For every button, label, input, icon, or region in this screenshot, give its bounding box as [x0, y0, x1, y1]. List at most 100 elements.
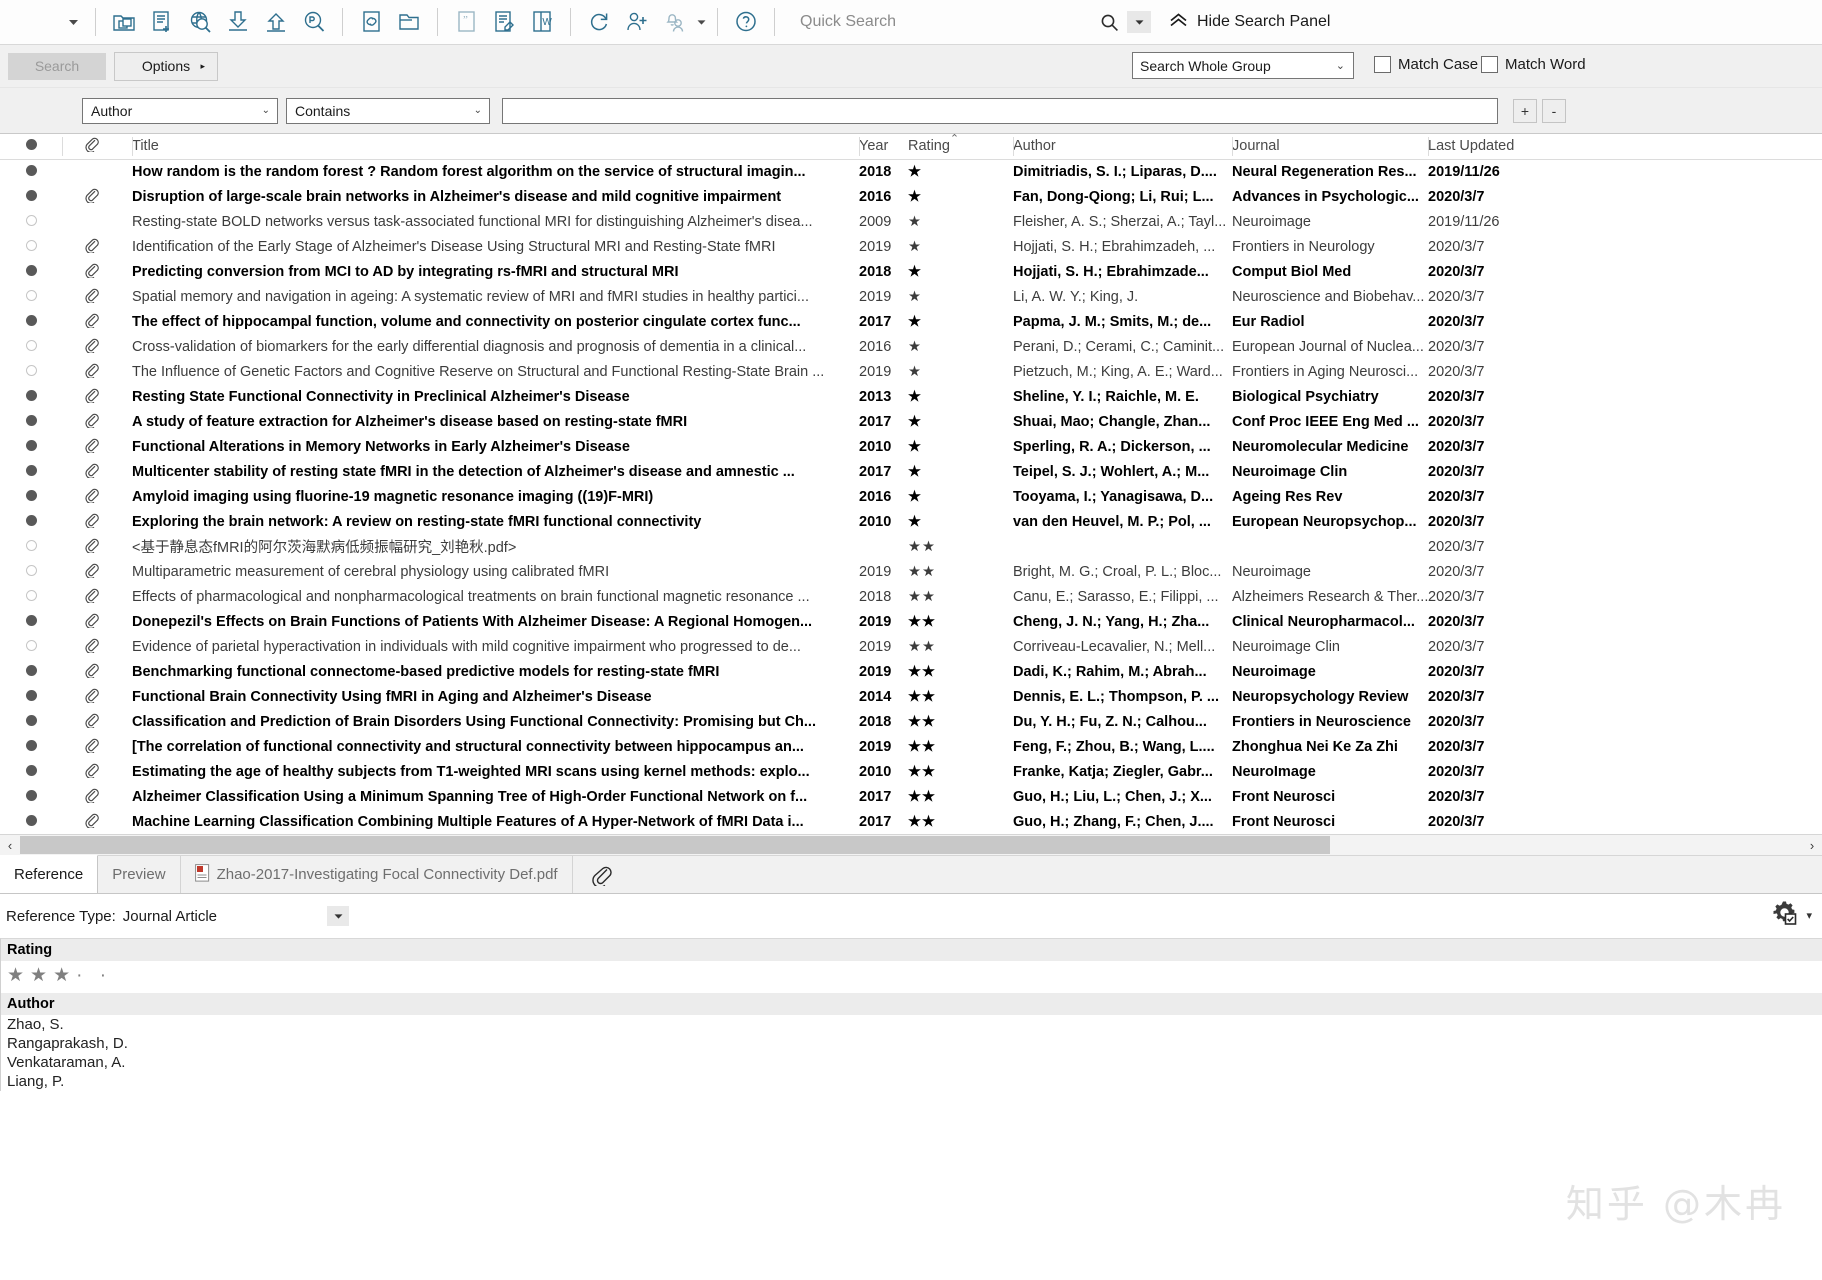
- horizontal-scrollbar[interactable]: ‹ ›: [0, 834, 1822, 856]
- import-icon[interactable]: [219, 5, 257, 39]
- table-row[interactable]: Alzheimer Classification Using a Minimum…: [0, 784, 1822, 809]
- row-title[interactable]: Identification of the Early Stage of Alz…: [132, 234, 859, 259]
- row-attachment[interactable]: [62, 334, 132, 359]
- row-rating[interactable]: ★: [908, 159, 1013, 184]
- row-rating[interactable]: ★★: [908, 709, 1013, 734]
- row-attachment[interactable]: [62, 634, 132, 659]
- column-header-last-updated[interactable]: Last Updated: [1428, 134, 1822, 160]
- row-rating[interactable]: ★: [908, 359, 1013, 384]
- column-header-read-status[interactable]: [0, 134, 62, 160]
- row-title[interactable]: How random is the random forest ? Random…: [132, 159, 859, 184]
- notifications-icon[interactable]: [656, 5, 694, 39]
- row-attachment[interactable]: [62, 659, 132, 684]
- row-rating[interactable]: ★★: [908, 634, 1013, 659]
- column-header-title[interactable]: Title: [132, 134, 859, 160]
- search-field-select[interactable]: Author ⌄: [82, 97, 278, 124]
- row-attachment[interactable]: [62, 759, 132, 784]
- row-attachment[interactable]: [62, 409, 132, 434]
- row-read-status[interactable]: [0, 234, 62, 259]
- tab-reference[interactable]: Reference: [0, 855, 99, 893]
- row-rating[interactable]: ★: [908, 434, 1013, 459]
- row-title[interactable]: Resting State Functional Connectivity in…: [132, 384, 859, 409]
- scroll-right-arrow-icon[interactable]: ›: [1802, 835, 1822, 855]
- row-read-status[interactable]: [0, 509, 62, 534]
- quote-style-icon[interactable]: ”: [447, 5, 485, 39]
- link-icon[interactable]: [352, 5, 390, 39]
- match-word-checkbox[interactable]: Match Word: [1481, 56, 1586, 73]
- row-attachment[interactable]: [62, 184, 132, 209]
- row-read-status[interactable]: [0, 209, 62, 234]
- scrollbar-thumb[interactable]: [20, 836, 1330, 854]
- row-rating[interactable]: ★★: [908, 584, 1013, 609]
- row-read-status[interactable]: [0, 484, 62, 509]
- row-title[interactable]: Machine Learning Classification Combinin…: [132, 809, 859, 834]
- table-row[interactable]: Predicting conversion from MCI to AD by …: [0, 259, 1822, 284]
- hide-search-panel-button[interactable]: Hide Search Panel: [1169, 12, 1330, 32]
- rating-stars-widget[interactable]: ★★★· ·: [1, 961, 1822, 993]
- table-row[interactable]: Effects of pharmacological and nonpharma…: [0, 584, 1822, 609]
- row-title[interactable]: Predicting conversion from MCI to AD by …: [132, 259, 859, 284]
- table-row[interactable]: A study of feature extraction for Alzhei…: [0, 409, 1822, 434]
- row-rating[interactable]: ★: [908, 209, 1013, 234]
- reference-type-dropdown-icon[interactable]: [327, 906, 350, 926]
- table-row[interactable]: Functional Alterations in Memory Network…: [0, 434, 1822, 459]
- table-row[interactable]: [The correlation of functional connectiv…: [0, 734, 1822, 759]
- row-title[interactable]: Multiparametric measurement of cerebral …: [132, 559, 859, 584]
- row-attachment[interactable]: [62, 384, 132, 409]
- row-attachment[interactable]: [62, 609, 132, 634]
- row-rating[interactable]: ★: [908, 484, 1013, 509]
- row-read-status[interactable]: [0, 284, 62, 309]
- row-attachment[interactable]: [62, 709, 132, 734]
- row-rating[interactable]: ★: [908, 284, 1013, 309]
- row-title[interactable]: Functional Alterations in Memory Network…: [132, 434, 859, 459]
- row-read-status[interactable]: [0, 309, 62, 334]
- search-operator-select[interactable]: Contains ⌄: [286, 97, 490, 124]
- table-row[interactable]: Estimating the age of healthy subjects f…: [0, 759, 1822, 784]
- row-attachment[interactable]: [62, 309, 132, 334]
- magnifier-icon[interactable]: [1100, 13, 1119, 32]
- column-header-journal[interactable]: Journal: [1232, 134, 1428, 160]
- row-title[interactable]: Benchmarking functional connectome-based…: [132, 659, 859, 684]
- row-read-status[interactable]: [0, 609, 62, 634]
- row-rating[interactable]: ★: [908, 334, 1013, 359]
- row-rating[interactable]: ★★: [908, 734, 1013, 759]
- row-attachment[interactable]: [62, 359, 132, 384]
- row-title[interactable]: Alzheimer Classification Using a Minimum…: [132, 784, 859, 809]
- row-title[interactable]: <基于静息态fMRI的阿尔茨海默病低频振幅研究_刘艳秋.pdf>: [132, 534, 859, 559]
- row-rating[interactable]: ★: [908, 309, 1013, 334]
- row-read-status[interactable]: [0, 734, 62, 759]
- row-read-status[interactable]: [0, 259, 62, 284]
- row-attachment[interactable]: [62, 484, 132, 509]
- row-title[interactable]: Spatial memory and navigation in ageing:…: [132, 284, 859, 309]
- row-title[interactable]: Cross-validation of biomarkers for the e…: [132, 334, 859, 359]
- open-file-icon[interactable]: [390, 5, 428, 39]
- row-title[interactable]: Evidence of parietal hyperactivation in …: [132, 634, 859, 659]
- row-read-status[interactable]: [0, 584, 62, 609]
- options-button[interactable]: Options ▸: [114, 51, 218, 81]
- table-row[interactable]: Resting-state BOLD networks versus task-…: [0, 209, 1822, 234]
- row-attachment[interactable]: [62, 509, 132, 534]
- row-title[interactable]: [The correlation of functional connectiv…: [132, 734, 859, 759]
- row-attachment[interactable]: [62, 734, 132, 759]
- row-read-status[interactable]: [0, 684, 62, 709]
- table-row[interactable]: Functional Brain Connectivity Using fMRI…: [0, 684, 1822, 709]
- row-title[interactable]: Estimating the age of healthy subjects f…: [132, 759, 859, 784]
- row-attachment[interactable]: [62, 784, 132, 809]
- table-row[interactable]: Identification of the Early Stage of Alz…: [0, 234, 1822, 259]
- row-title[interactable]: Effects of pharmacological and nonpharma…: [132, 584, 859, 609]
- quick-search-input[interactable]: Quick Search: [800, 13, 1000, 31]
- row-title[interactable]: Donepezil's Effects on Brain Functions o…: [132, 609, 859, 634]
- new-reference-icon[interactable]: [143, 5, 181, 39]
- row-read-status[interactable]: [0, 359, 62, 384]
- row-title[interactable]: Amyloid imaging using fluorine-19 magnet…: [132, 484, 859, 509]
- row-attachment[interactable]: [62, 534, 132, 559]
- search-query-input[interactable]: [502, 97, 1498, 124]
- row-rating[interactable]: ★★: [908, 559, 1013, 584]
- row-attachment[interactable]: [62, 584, 132, 609]
- row-attachment[interactable]: [62, 809, 132, 834]
- row-read-status[interactable]: [0, 159, 62, 184]
- table-row[interactable]: The Influence of Genetic Factors and Cog…: [0, 359, 1822, 384]
- table-row[interactable]: Multicenter stability of resting state f…: [0, 459, 1822, 484]
- row-read-status[interactable]: [0, 634, 62, 659]
- row-attachment[interactable]: [62, 559, 132, 584]
